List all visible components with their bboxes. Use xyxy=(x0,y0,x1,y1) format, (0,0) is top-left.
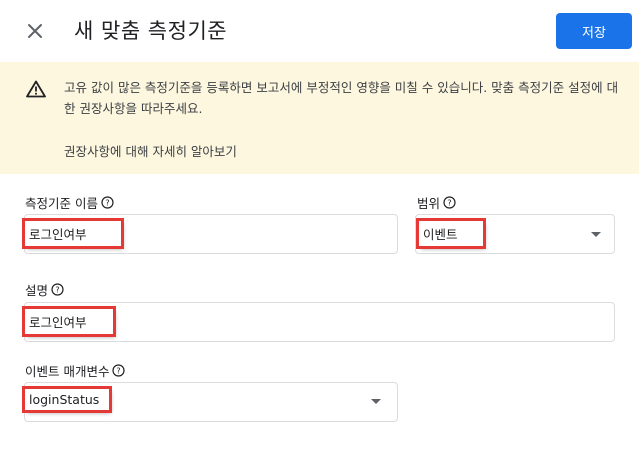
chevron-down-icon[interactable] xyxy=(371,399,381,404)
help-icon[interactable]: ? xyxy=(443,196,456,209)
scope-label: 범위 ? xyxy=(417,193,456,212)
warning-banner: 고유 값이 많은 측정기준을 등록하면 보고서에 부정적인 영향을 미칠 수 있… xyxy=(0,62,639,174)
event-parameter-label: 이벤트 매개변수 ? xyxy=(25,361,126,380)
event-parameter-value[interactable]: loginStatus xyxy=(22,386,112,413)
page-title: 새 맞춤 측정기준 xyxy=(74,19,228,43)
description-value[interactable]: 로그인여부 xyxy=(22,306,116,337)
description-label: 설명 ? xyxy=(25,280,64,299)
save-button[interactable]: 저장 xyxy=(556,13,632,49)
recommendations-link[interactable]: 권장사항에 대해 자세히 알아보기 xyxy=(64,141,237,160)
warning-triangle-icon xyxy=(26,80,46,102)
dialog-header: 새 맞춤 측정기준 저장 xyxy=(0,0,639,62)
dimension-name-label: 측정기준 이름 ? xyxy=(25,193,114,212)
svg-text:?: ? xyxy=(447,199,451,208)
scope-value[interactable]: 이벤트 xyxy=(416,218,486,249)
svg-text:?: ? xyxy=(117,367,121,376)
close-icon[interactable] xyxy=(25,21,45,41)
dimension-name-value[interactable]: 로그인여부 xyxy=(22,218,124,249)
help-icon[interactable]: ? xyxy=(112,364,126,377)
help-icon[interactable]: ? xyxy=(101,196,114,209)
help-icon[interactable]: ? xyxy=(51,283,64,296)
warning-text: 고유 값이 많은 측정기준을 등록하면 보고서에 부정적인 영향을 미칠 수 있… xyxy=(64,80,619,116)
chevron-down-icon[interactable] xyxy=(591,232,601,237)
svg-text:?: ? xyxy=(105,199,109,208)
svg-text:?: ? xyxy=(55,286,59,295)
